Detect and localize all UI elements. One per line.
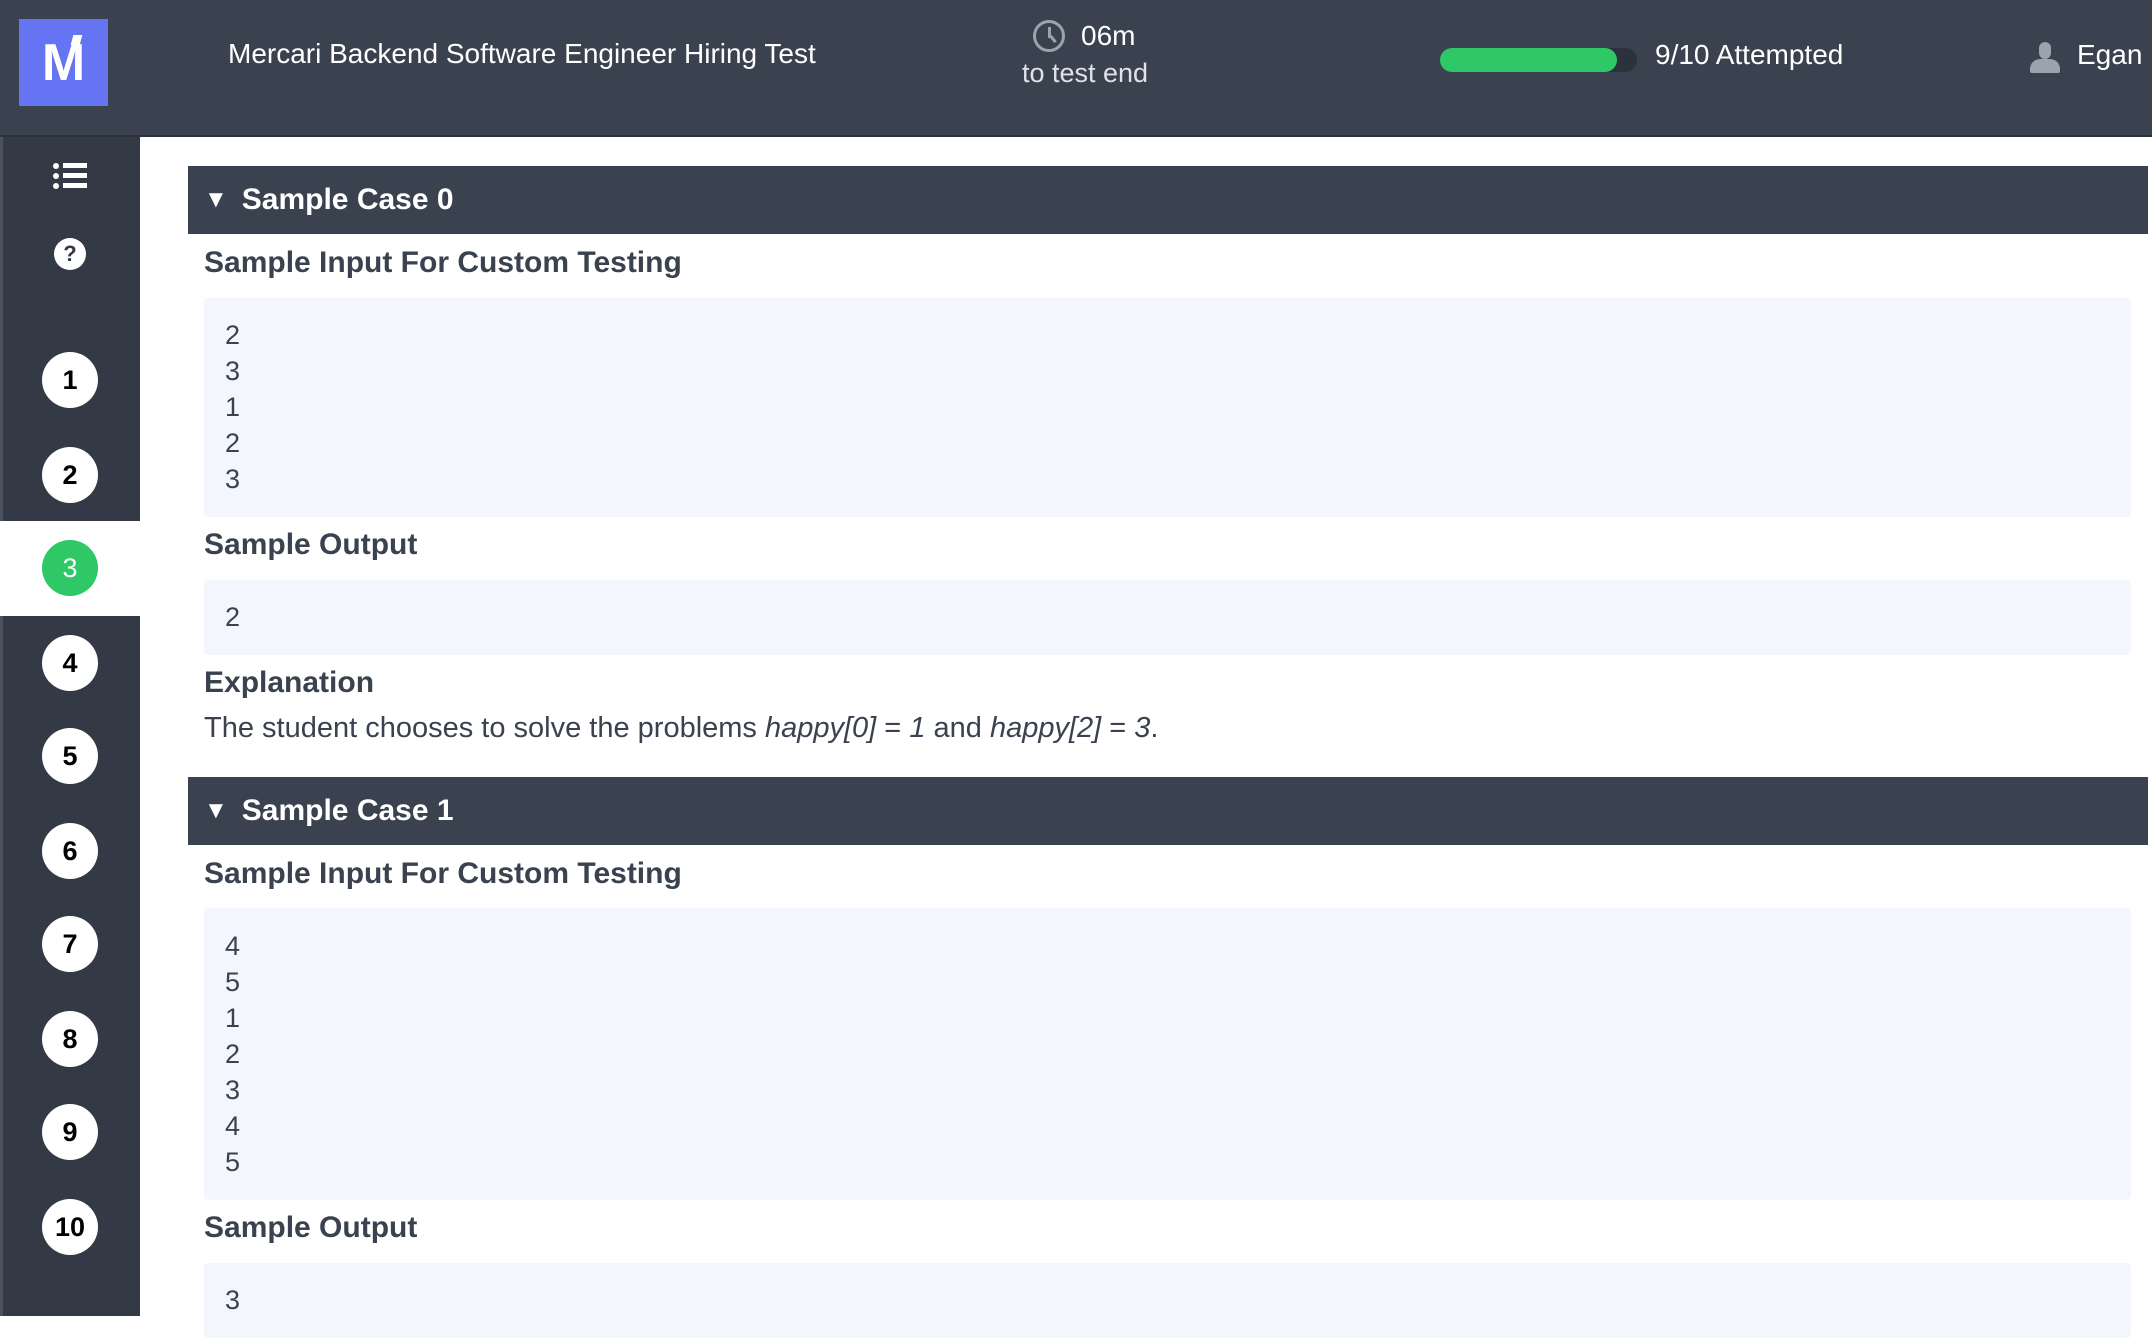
sample-output-heading: Sample Output (204, 1211, 418, 1244)
input-line: 2 (225, 320, 241, 350)
question-7-button[interactable]: 7 (42, 916, 98, 972)
case-title: Sample Case 1 (241, 794, 454, 827)
test-title: Mercari Backend Software Engineer Hiring… (228, 38, 816, 69)
question-5-button[interactable]: 5 (42, 728, 98, 784)
sample-case-0-toggle[interactable]: ▼ Sample Case 0 (188, 166, 2148, 234)
input-line: 5 (225, 967, 241, 997)
sample-case-1-toggle[interactable]: ▼ Sample Case 1 (188, 777, 2148, 845)
question-2-button[interactable]: 2 (42, 447, 98, 503)
sample-input-box: 4 5 1 2 3 4 5 (204, 908, 2131, 1200)
mercari-logo[interactable]: M (19, 19, 108, 106)
question-list-icon[interactable] (53, 163, 87, 189)
sample-input-heading: Sample Input For Custom Testing (204, 857, 682, 890)
sample-output-heading: Sample Output (204, 528, 418, 561)
sample-output-box: 2 (204, 580, 2131, 655)
input-line: 3 (225, 356, 241, 386)
help-icon[interactable]: ? (54, 238, 86, 270)
progress-fill (1440, 48, 1618, 72)
user-name[interactable]: Egan I (2077, 39, 2152, 71)
input-line: 2 (225, 1039, 241, 1069)
attempted-count: 9/10 Attempted (1655, 39, 1844, 70)
input-line: 5 (225, 1147, 241, 1177)
explanation-heading: Explanation (204, 666, 375, 699)
attempt-progress-bar (1440, 48, 1637, 72)
user-icon[interactable] (2030, 42, 2060, 74)
sample-output-box: 3 (204, 1263, 2131, 1338)
input-line: 4 (225, 931, 241, 961)
caret-down-icon: ▼ (204, 186, 228, 213)
question-4-button[interactable]: 4 (42, 635, 98, 691)
sample-input-box: 2 3 1 2 3 (204, 298, 2131, 517)
input-line: 4 (225, 1111, 241, 1141)
question-1-button[interactable]: 1 (42, 352, 98, 408)
question-10-button[interactable]: 10 (42, 1199, 98, 1255)
input-line: 2 (225, 428, 241, 458)
sample-input-heading: Sample Input For Custom Testing (204, 246, 682, 279)
input-line: 3 (225, 1075, 241, 1105)
question-9-button[interactable]: 9 (42, 1104, 98, 1160)
input-line: 1 (225, 392, 241, 422)
question-6-button[interactable]: 6 (42, 823, 98, 879)
case-title: Sample Case 0 (241, 183, 454, 216)
output-line: 3 (225, 1285, 241, 1315)
input-line: 3 (225, 464, 241, 494)
timer-value: 06m (1081, 20, 1136, 51)
output-line: 2 (225, 602, 241, 632)
question-3-button[interactable]: 3 (42, 540, 98, 596)
question-8-button[interactable]: 8 (42, 1011, 98, 1067)
top-header: M Mercari Backend Software Engineer Hiri… (0, 0, 2152, 137)
explanation-text: The student chooses to solve the problem… (204, 712, 1159, 744)
timer-label: to test end (1021, 58, 1149, 88)
clock-icon (1033, 20, 1065, 52)
input-line: 1 (225, 1003, 241, 1033)
caret-down-icon: ▼ (204, 797, 228, 824)
